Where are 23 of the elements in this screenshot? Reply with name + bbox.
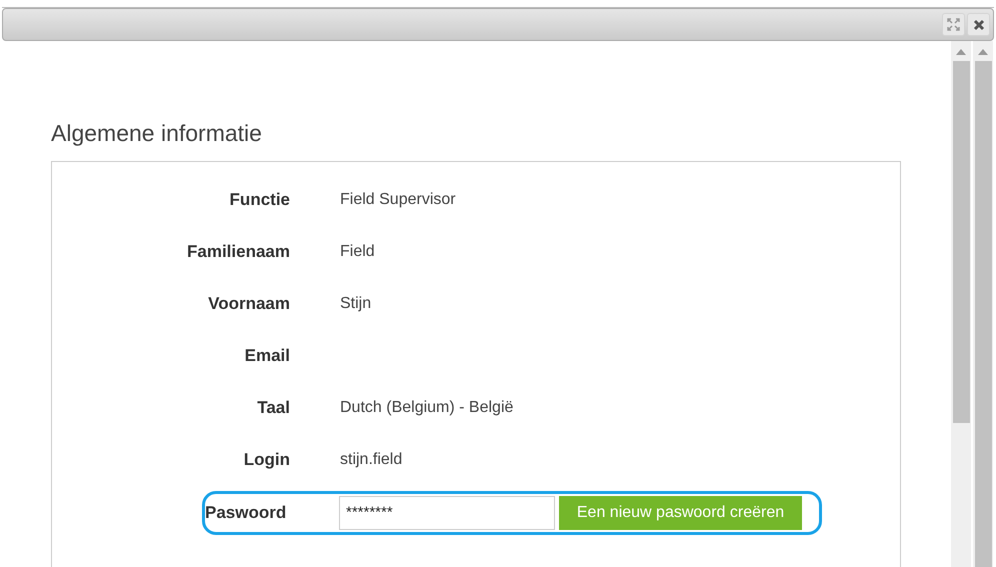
scrollbar[interactable] bbox=[973, 41, 993, 567]
field-value: Stijn bbox=[340, 294, 372, 314]
expand-icon bbox=[947, 18, 960, 31]
field-label: Voornaam bbox=[208, 293, 290, 316]
field-label: Paswoord bbox=[205, 502, 288, 524]
scrollbar-thumb[interactable] bbox=[952, 61, 970, 423]
field-value: Dutch (Belgium) - België bbox=[340, 398, 514, 418]
section-title: Algemene informatie bbox=[51, 119, 263, 147]
close-icon bbox=[972, 18, 984, 30]
field-label: Familienaam bbox=[187, 241, 290, 264]
scroll-up-icon[interactable] bbox=[956, 49, 966, 55]
field-value: Field Supervisor bbox=[340, 190, 456, 210]
field-label: Email bbox=[244, 345, 290, 368]
field-label: Taal bbox=[257, 397, 290, 420]
field-label: Login bbox=[244, 449, 290, 472]
scrollbar[interactable] bbox=[951, 41, 971, 567]
field-value: stijn.field bbox=[340, 450, 402, 470]
scrollbar-thumb[interactable] bbox=[974, 61, 992, 567]
password-field[interactable]: ******** bbox=[339, 496, 555, 530]
scroll-up-icon[interactable] bbox=[978, 49, 988, 55]
close-button[interactable] bbox=[967, 13, 990, 36]
field-value: Field bbox=[340, 242, 375, 262]
field-label: Functie bbox=[230, 189, 290, 212]
